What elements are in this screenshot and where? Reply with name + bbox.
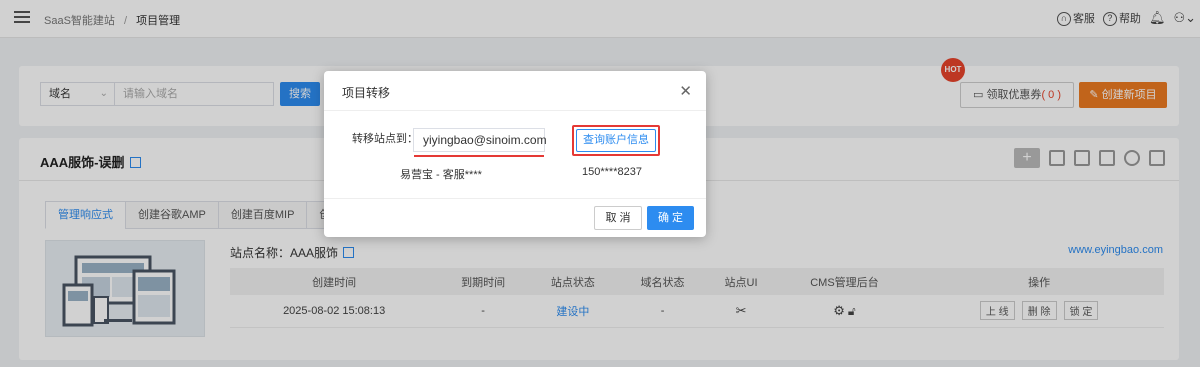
transfer-dialog: 项目转移 ✕ 转移站点到： yiyingbao@sinoim.com 查询账户信… (324, 71, 706, 237)
account-phone: 150****8237 (582, 166, 642, 178)
dialog-divider (324, 110, 706, 111)
highlight-underline (414, 155, 544, 157)
close-icon[interactable]: ✕ (679, 82, 692, 100)
transfer-target-label: 转移站点到： (352, 133, 418, 145)
dialog-title: 项目转移 (342, 86, 391, 100)
cancel-button[interactable]: 取 消 (594, 206, 642, 230)
highlight-box: 查询账户信息 (572, 125, 660, 156)
confirm-button[interactable]: 确 定 (647, 206, 694, 230)
account-name: 易营宝 - 客服**** (400, 169, 482, 181)
account-email-input[interactable]: yiyingbao@sinoim.com (413, 128, 547, 152)
query-account-button[interactable]: 查询账户信息 (576, 129, 656, 152)
dialog-footer-divider (324, 198, 706, 199)
